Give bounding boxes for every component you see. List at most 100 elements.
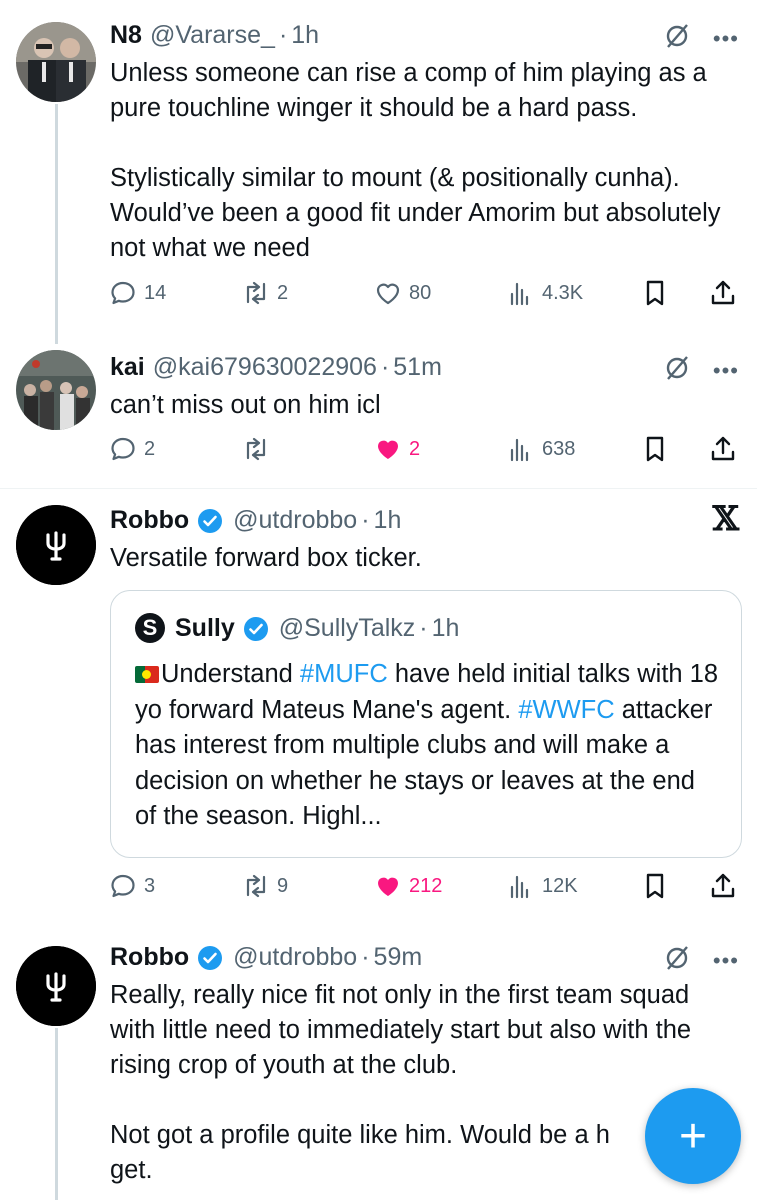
handle[interactable]: @kai679630022906 <box>153 352 377 382</box>
hashtag-link[interactable]: #MUFC <box>300 660 388 688</box>
grok-icon[interactable] <box>663 22 691 55</box>
share-icon <box>711 280 735 305</box>
quoted-avatar[interactable]: S <box>135 613 165 643</box>
tweet-paragraph: can’t miss out on him icl <box>110 391 381 419</box>
share-button[interactable] <box>708 434 738 464</box>
bookmark-button[interactable] <box>640 871 670 901</box>
quoted-tweet-text: Understand #MUFC have held initial talks… <box>135 657 721 835</box>
retweet-icon <box>246 281 266 305</box>
tweet-top-icons: ••• <box>663 354 739 387</box>
thread-line <box>55 1028 58 1200</box>
bookmark-button[interactable] <box>640 434 670 464</box>
retweet-button[interactable]: 2 <box>241 278 288 308</box>
tweet-text: can’t miss out on him icl <box>110 388 729 423</box>
reply-count: 14 <box>144 281 167 304</box>
tweet-header: N8 @Vararse_ · 1h <box>110 20 319 50</box>
handle[interactable]: @utdrobbo <box>233 505 357 535</box>
compose-post-button[interactable]: + <box>645 1088 741 1184</box>
heart-filled-icon <box>378 877 398 896</box>
bookmark-icon <box>646 280 664 306</box>
reply-icon <box>111 281 135 305</box>
thread-line <box>55 104 58 344</box>
views-button[interactable]: 4.3K <box>506 278 583 308</box>
verified-badge-icon <box>197 942 233 972</box>
reply-count: 3 <box>144 874 156 897</box>
reply-button[interactable]: 2 <box>108 434 155 464</box>
timestamp[interactable]: 59m <box>374 942 423 972</box>
separator-dot: · <box>278 21 288 49</box>
views-icon <box>510 438 529 462</box>
retweet-count: 2 <box>277 281 289 304</box>
views-count: 12K <box>542 874 578 897</box>
avatar[interactable] <box>16 22 96 102</box>
reply-icon <box>111 437 135 461</box>
tweet-top-icons: ••• <box>663 22 739 55</box>
quoted-display-name[interactable]: Sully <box>175 614 235 643</box>
avatar[interactable] <box>16 505 96 585</box>
display-name[interactable]: kai <box>110 352 145 382</box>
tweet-actions: 14 2 80 4.3K <box>108 278 748 312</box>
views-button[interactable]: 638 <box>506 434 575 464</box>
bookmark-button[interactable] <box>640 278 670 308</box>
reply-button[interactable]: 3 <box>108 871 155 901</box>
display-name[interactable]: Robbo <box>110 505 189 535</box>
quoted-timestamp[interactable]: 1h <box>432 614 460 643</box>
share-button[interactable] <box>708 871 738 901</box>
views-count: 638 <box>542 437 576 460</box>
more-icon[interactable]: ••• <box>713 949 739 971</box>
views-button[interactable]: 12K <box>506 871 578 901</box>
portugal-flag-icon <box>135 666 159 683</box>
tweet-kai[interactable]: kai @kai679630022906 · 51m ••• can’t mis… <box>0 336 757 486</box>
display-name[interactable]: Robbo <box>110 942 189 972</box>
retweet-icon <box>246 437 266 461</box>
like-count: 212 <box>409 874 443 897</box>
more-icon[interactable]: ••• <box>713 359 739 381</box>
separator-dot: · <box>361 943 370 971</box>
x-logo-icon: 𝕏 <box>712 499 739 539</box>
like-count: 2 <box>409 437 421 460</box>
views-count: 4.3K <box>542 281 584 304</box>
reply-count: 2 <box>144 437 156 460</box>
avatar[interactable] <box>16 350 96 430</box>
hashtag-link[interactable]: #WWFC <box>518 696 614 724</box>
like-button[interactable]: 2 <box>373 434 420 464</box>
timestamp[interactable]: 1h <box>374 505 402 535</box>
verified-badge-icon <box>243 614 279 643</box>
handle[interactable]: @Vararse_ <box>150 20 275 50</box>
like-button[interactable]: 80 <box>373 278 431 308</box>
separator-dot: · <box>380 353 390 381</box>
like-button[interactable]: 212 <box>373 871 442 901</box>
tweet-paragraph: Not got a profile quite like him. Would … <box>110 1121 610 1184</box>
retweet-button[interactable] <box>241 434 277 464</box>
quoted-handle[interactable]: @SullyTalkz <box>279 614 416 643</box>
timestamp[interactable]: 1h <box>291 20 319 50</box>
timestamp[interactable]: 51m <box>393 352 442 382</box>
like-count: 80 <box>409 281 432 304</box>
tweet-paragraph: Versatile forward box ticker. <box>110 544 422 572</box>
separator-dot: · <box>361 506 370 534</box>
handle[interactable]: @utdrobbo <box>233 942 357 972</box>
tweet-top-icons: ••• <box>663 944 739 977</box>
retweet-button[interactable]: 9 <box>241 871 288 901</box>
tweet-robbo-reply[interactable]: Robbo @utdrobbo · 59m ••• Really, really… <box>0 930 757 1200</box>
share-icon <box>711 436 735 461</box>
grok-icon[interactable] <box>663 354 691 387</box>
share-button[interactable] <box>708 278 738 308</box>
tweet-header: kai @kai679630022906 · 51m <box>110 352 442 382</box>
tweet-text: Versatile forward box ticker. <box>110 541 729 576</box>
display-name[interactable]: N8 <box>110 20 142 50</box>
reply-button[interactable]: 14 <box>108 278 166 308</box>
grok-icon[interactable] <box>663 944 691 977</box>
retweet-count: 9 <box>277 874 289 897</box>
tweet-n8[interactable]: N8 @Vararse_ · 1h ••• Unless someone can… <box>0 0 757 344</box>
tweet-actions: 2 2 638 <box>108 434 748 468</box>
views-icon <box>510 282 529 306</box>
share-icon <box>711 873 735 898</box>
tweet-paragraph: Stylistically similar to mount (& positi… <box>110 164 721 262</box>
quoted-tweet-card[interactable]: S Sully @SullyTalkz · 1h Understand #MUF… <box>110 590 742 858</box>
heart-icon <box>376 283 400 305</box>
more-icon[interactable]: ••• <box>713 27 739 49</box>
quoted-tweet-header: S Sully @SullyTalkz · 1h <box>135 613 459 643</box>
bookmark-icon <box>646 436 664 462</box>
avatar[interactable] <box>16 946 96 1026</box>
